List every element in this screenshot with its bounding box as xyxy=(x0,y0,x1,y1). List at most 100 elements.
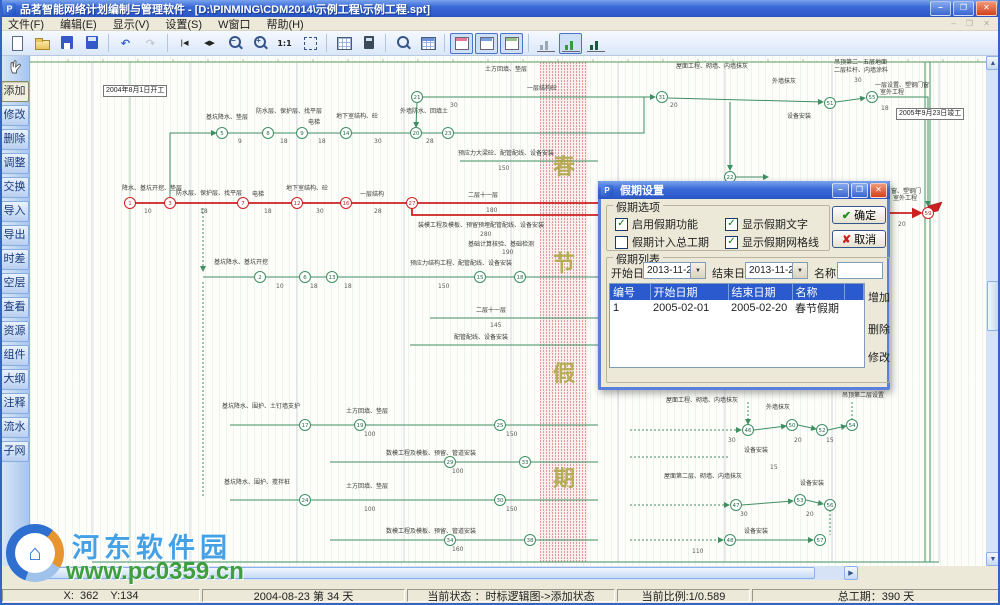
dialog-title-bar[interactable]: P 假期设置 – ❐ ✕ xyxy=(598,181,890,199)
vertical-scroll-thumb[interactable] xyxy=(987,281,999,331)
checkbox-box-icon[interactable]: ✓ xyxy=(725,218,738,231)
redo-icon[interactable]: ↷ xyxy=(139,33,162,54)
checkbox-box-icon[interactable]: ✓ xyxy=(615,218,628,231)
svg-text:地下室结构、砼: 地下室结构、砼 xyxy=(336,112,378,120)
sidebar: 添加修改删除调整交换导入导出时差空层查看资源组件大纲注释流水子网 xyxy=(0,56,30,566)
page-setup-icon[interactable] xyxy=(416,33,439,54)
sidebar-item-调整[interactable]: 调整 xyxy=(1,153,29,174)
scroll-up-icon[interactable]: ▲ xyxy=(986,56,1000,70)
scroll-left-icon[interactable]: ◀ xyxy=(30,566,44,580)
svg-text:窗、塑钢门: 窗、塑钢门 xyxy=(891,187,921,195)
sidebar-item-流水[interactable]: 流水 xyxy=(1,417,29,438)
fit-screen-icon[interactable] xyxy=(298,33,321,54)
menu-item[interactable]: 设置(S) xyxy=(157,16,210,32)
menu-item[interactable]: 编辑(E) xyxy=(52,16,105,32)
go-first-icon[interactable]: |◀ xyxy=(173,33,196,54)
sidebar-item-注释[interactable]: 注释 xyxy=(1,393,29,414)
restore-button[interactable]: ❐ xyxy=(953,1,974,16)
menu-item[interactable]: 文件(F) xyxy=(0,16,52,32)
sidebar-item-交换[interactable]: 交换 xyxy=(1,177,29,198)
svg-text:18: 18 xyxy=(344,283,352,290)
print-preview-icon[interactable] xyxy=(391,33,414,54)
svg-text:基坑降水、围护、搅拌桩: 基坑降水、围护、搅拌桩 xyxy=(224,478,290,486)
dialog-checkbox-假期计入总工期[interactable]: 假期计入总工期 xyxy=(615,234,709,250)
undo-icon[interactable]: ↶ xyxy=(114,33,137,54)
holiday-options-legend: 假期选项 xyxy=(613,199,663,215)
sidebar-item-时差[interactable]: 时差 xyxy=(1,249,29,270)
sidebar-item-查看[interactable]: 查看 xyxy=(1,297,29,318)
dialog-minimize-button[interactable]: – xyxy=(832,183,849,198)
dialog-修改-button[interactable]: 修改 xyxy=(865,349,893,363)
table-row[interactable]: 12005-02-012005-02-20春节假期 xyxy=(610,300,864,316)
calculator-icon[interactable] xyxy=(357,33,380,54)
vertical-scrollbar[interactable]: ▲ ▼ xyxy=(986,56,1000,566)
zoom-out-icon[interactable]: – xyxy=(223,33,246,54)
ok-button[interactable]: ✔ 确定 xyxy=(832,206,886,224)
sidebar-item-大纲[interactable]: 大纲 xyxy=(1,369,29,390)
dialog-checkbox-启用假期功能[interactable]: ✓启用假期功能 xyxy=(615,216,698,232)
table-header[interactable]: 开始日期 xyxy=(650,284,728,300)
dialog-maximize-button[interactable]: ❐ xyxy=(851,183,868,198)
sidebar-item-子网[interactable]: 子网 xyxy=(1,441,29,462)
svg-text:基坑降水、基坑开挖: 基坑降水、基坑开挖 xyxy=(214,258,268,266)
chevron-down-icon[interactable]: ▼ xyxy=(792,263,807,278)
horizontal-scrollbar[interactable]: ◀ ▶ xyxy=(30,566,858,580)
fit-width-icon[interactable]: ◀▶ xyxy=(198,33,221,54)
name-input[interactable] xyxy=(837,262,883,279)
horizontal-scroll-thumb[interactable] xyxy=(45,567,815,579)
chart-frontline-icon[interactable] xyxy=(559,33,582,54)
svg-text:二层栏杆、内墙涂料: 二层栏杆、内墙涂料 xyxy=(834,66,888,74)
sidebar-item-空层[interactable]: 空层 xyxy=(1,273,29,294)
checkbox-box-icon[interactable]: ✓ xyxy=(725,236,738,249)
close-button[interactable]: ✕ xyxy=(976,1,997,16)
sidebar-item-组件[interactable]: 组件 xyxy=(1,345,29,366)
save-all-icon[interactable] xyxy=(80,33,103,54)
dialog-checkbox-显示假期文字[interactable]: ✓显示假期文字 xyxy=(725,216,808,232)
scroll-down-icon[interactable]: ▼ xyxy=(986,552,1000,566)
sidebar-item-导入[interactable]: 导入 xyxy=(1,201,29,222)
application-window: P 品茗智能网络计划编制与管理软件 - [D:\PINMING\CDM2014\… xyxy=(0,0,1000,605)
svg-text:59: 59 xyxy=(925,211,932,217)
table-header[interactable]: 结束日期 xyxy=(728,284,792,300)
svg-text:15: 15 xyxy=(826,437,834,444)
svg-text:春: 春 xyxy=(553,155,575,180)
svg-text:30: 30 xyxy=(854,77,862,84)
sidebar-item-删除[interactable]: 删除 xyxy=(1,129,29,150)
chart-x-icon[interactable] xyxy=(534,33,557,54)
view-time-icon[interactable] xyxy=(475,33,498,54)
sidebar-item-导出[interactable]: 导出 xyxy=(1,225,29,246)
pan-hand-icon[interactable] xyxy=(4,58,26,78)
dialog-close-button[interactable]: ✕ xyxy=(870,183,887,198)
view-split-icon[interactable] xyxy=(500,33,523,54)
dialog-增加-button[interactable]: 增加 xyxy=(865,289,893,303)
minimize-button[interactable]: – xyxy=(930,1,951,16)
chart-resource-icon[interactable] xyxy=(584,33,607,54)
open-icon[interactable] xyxy=(30,33,53,54)
chevron-down-icon[interactable]: ▼ xyxy=(690,263,705,278)
end-date-combobox[interactable]: 2013-11-26 ▼ xyxy=(745,262,808,279)
table-header[interactable]: 编号 xyxy=(610,284,650,300)
new-icon[interactable] xyxy=(5,33,28,54)
dialog-checkbox-显示假期网格线[interactable]: ✓显示假期网格线 xyxy=(725,234,819,250)
table-header[interactable]: 名称 xyxy=(792,284,844,300)
data-table-icon[interactable] xyxy=(332,33,355,54)
svg-text:18: 18 xyxy=(280,138,288,145)
dialog-删除-button[interactable]: 删除 xyxy=(865,321,893,335)
svg-text:防水层、保护层、找平层: 防水层、保护层、找平层 xyxy=(256,107,322,115)
checkbox-box-icon[interactable] xyxy=(615,236,628,249)
actual-size-icon[interactable]: 1:1 xyxy=(273,33,296,54)
zoom-in-icon[interactable]: + xyxy=(248,33,271,54)
sidebar-item-添加[interactable]: 添加 xyxy=(1,81,29,102)
holiday-list-box[interactable]: 编号开始日期结束日期名称 12005-02-012005-02-20春节假期 xyxy=(609,283,865,368)
sidebar-item-修改[interactable]: 修改 xyxy=(1,105,29,126)
start-date-combobox[interactable]: 2013-11-25 ▼ xyxy=(643,262,706,279)
svg-text:二层十一层: 二层十一层 xyxy=(476,306,506,314)
sidebar-item-资源[interactable]: 资源 xyxy=(1,321,29,342)
view-logic-icon[interactable] xyxy=(450,33,473,54)
save-icon[interactable] xyxy=(55,33,78,54)
scroll-right-icon[interactable]: ▶ xyxy=(844,566,858,580)
menu-item[interactable]: 显示(V) xyxy=(105,16,158,32)
menu-item[interactable]: W窗口 xyxy=(210,16,258,32)
cancel-button[interactable]: ✘ 取消 xyxy=(832,230,886,248)
menu-item[interactable]: 帮助(H) xyxy=(258,16,311,32)
